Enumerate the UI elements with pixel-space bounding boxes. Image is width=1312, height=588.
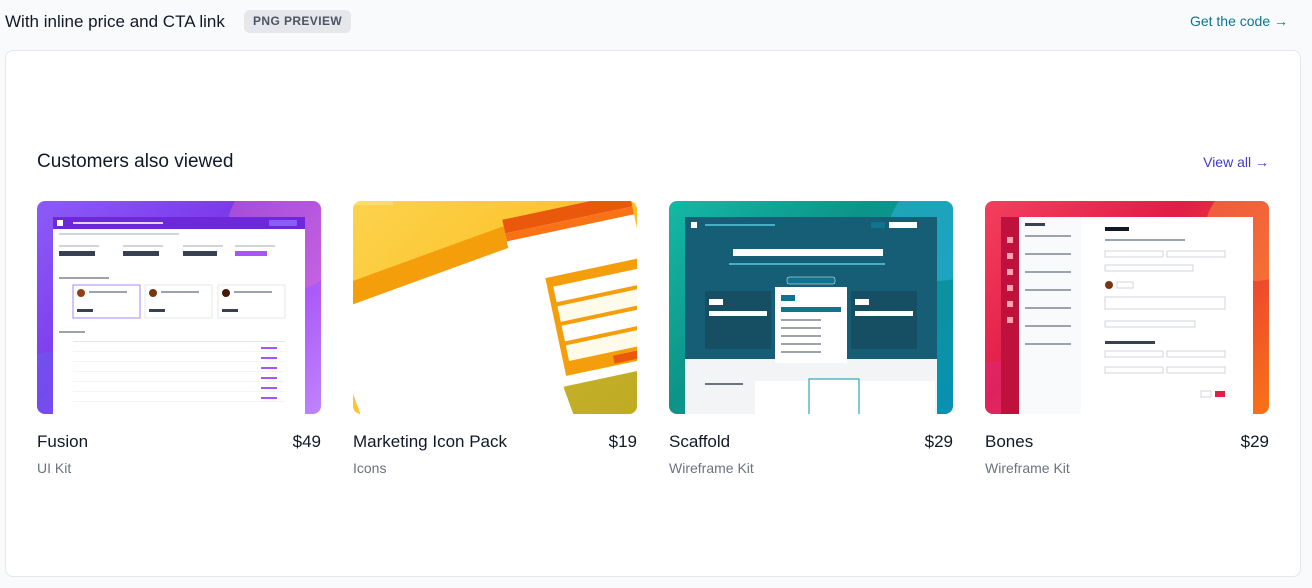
product-name[interactable]: Marketing Icon Pack [353,432,507,452]
bones-preview-art [985,201,1269,414]
product-card-fusion[interactable]: Fusion $49 UI Kit [37,201,321,476]
product-link-fusion[interactable] [37,201,321,414]
example-header: With inline price and CTA link PNG PREVI… [0,0,1312,44]
product-card-bones[interactable]: Bones $29 Wireframe Kit [985,201,1269,476]
product-card-marketing-icon-pack[interactable]: Marketing Icon Pack $19 Icons [353,201,637,476]
product-category: Wireframe Kit [985,460,1070,476]
get-the-code-link[interactable]: Get the code → [1190,13,1288,29]
product-price: $29 [924,432,953,451]
scaffold-wireframe-preview-image [669,201,953,414]
product-category: Icons [353,460,387,476]
product-category: Wireframe Kit [669,460,754,476]
scaffold-preview-art [685,201,953,414]
product-price: $19 [608,432,637,451]
product-link-bones[interactable] [985,201,1269,414]
png-preview-badge[interactable]: PNG PREVIEW [244,10,352,33]
product-name[interactable]: Bones [985,432,1033,452]
product-price: $29 [1240,432,1269,451]
view-all-link[interactable]: View all → [1203,154,1269,170]
product-price: $49 [292,432,321,451]
marketing-icon-pack-preview-image [353,201,637,414]
example-title: With inline price and CTA link [5,12,225,31]
icon-pack-preview-art [353,201,637,414]
fusion-ui-kit-preview-image [37,201,321,414]
product-category: UI Kit [37,460,72,476]
section-title: Customers also viewed [37,151,234,172]
bones-wireframe-preview-image [985,201,1269,414]
product-name[interactable]: Fusion [37,432,88,452]
product-link-marketing-icon-pack[interactable] [353,201,637,414]
fusion-preview-art [37,201,321,414]
product-name[interactable]: Scaffold [669,432,730,452]
product-card-scaffold[interactable]: Scaffold $29 Wireframe Kit [669,201,953,476]
product-link-scaffold[interactable] [669,201,953,414]
